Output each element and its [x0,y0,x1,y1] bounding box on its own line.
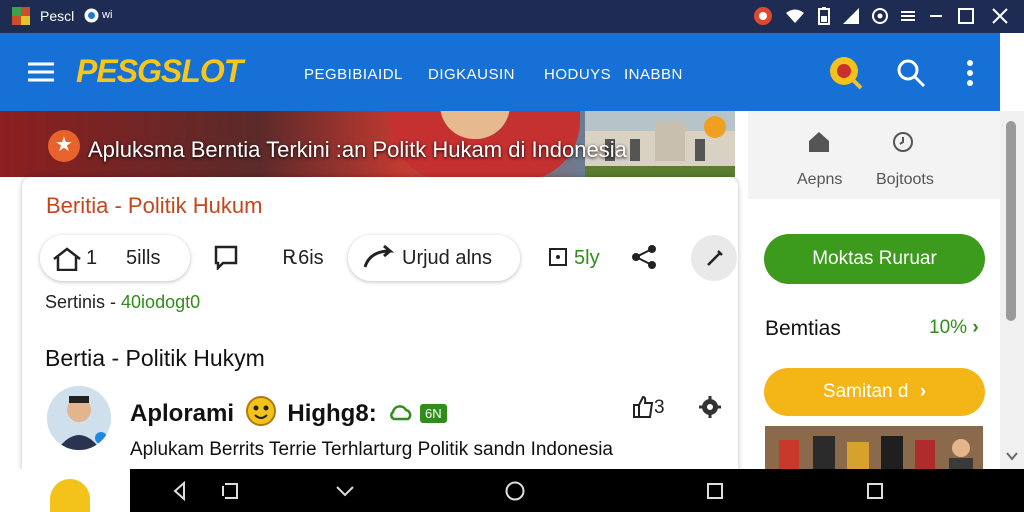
tab-home[interactable]: Aepns [797,171,842,189]
comment-label[interactable]: Ꭱ6is [283,247,324,270]
bookmark-icon[interactable] [548,247,568,267]
record-icon[interactable] [753,6,773,26]
battery-icon [814,6,834,26]
yellow-action-button[interactable]: Samitan d › [764,368,985,416]
like-count: 1 [86,247,98,269]
section-title: Bertia - Politik Hukym [45,345,265,371]
thumbs-up-icon[interactable] [632,395,654,419]
wifi-icon [785,6,805,26]
app-title: Pescl [40,8,75,24]
comment-icon[interactable] [213,244,239,270]
share-label: Urjud alns [402,247,493,269]
home-icon [52,247,82,271]
sidebar-label: Bemtias [765,317,841,340]
share-pill[interactable]: Urjud alns [348,235,520,281]
home-button-icon[interactable] [505,481,525,501]
green-action-button[interactable]: Moktas Ruruar [764,234,985,284]
window-titlebar: Pescl wi [0,0,1024,33]
hero-headline[interactable]: Apluksma Berntia Terkini :an Politk Huka… [88,137,627,163]
site-logo[interactable]: PESGSLOT [76,53,243,90]
bottom-left-area [0,469,130,512]
menu-icon[interactable] [27,61,55,83]
author-avatar[interactable] [47,386,111,450]
vertical-scrollbar[interactable] [1000,111,1024,469]
app-icon [10,5,32,27]
signal-icon [841,6,861,26]
sidebar-percent-value: 10% [929,317,968,338]
home-tab-icon[interactable] [808,131,830,153]
cloud-icon [389,405,413,421]
scroll-down-icon[interactable] [1006,451,1018,461]
post-author-tag: Highg8: [287,400,377,427]
nav-item-2[interactable]: DIGKAUSIN [428,66,515,83]
news-card: Beritia - Politik Hukum 1 5ills Ꭱ6is Urj… [22,177,738,477]
system-navbar [130,469,1024,512]
maximize-icon[interactable] [956,6,976,26]
floating-badge [50,479,90,512]
card-title[interactable]: Beritia - Politik Hukum [46,193,262,219]
sidebar: Aepns Bojtoots Moktas Ruruar Bemtias 10%… [748,111,1000,481]
post-author[interactable]: Aplorami Highg8: 6N [130,395,447,428]
nav-item-4[interactable]: INABBN [624,66,683,83]
bookmark-label[interactable]: 5ly [574,247,600,270]
window-switch-icon[interactable] [865,481,885,501]
post-author-name: Aplorami [130,400,235,427]
close-icon[interactable] [990,6,1010,26]
sidebar-percent[interactable]: 10% › [929,317,979,339]
meta-line: Sertinis - 40iodogt0 [45,292,200,313]
promo-icon[interactable] [828,55,864,91]
search-icon[interactable] [896,58,926,88]
emoji-badge-icon [245,395,277,427]
app-header: PESGSLOT PEGBIBIAIDL DIGKAUSIN HODUYS IN… [0,33,1000,111]
network-share-icon[interactable] [630,243,658,271]
like-total: 3 [654,397,665,418]
pen-icon [705,248,725,268]
hero-banner[interactable]: Apluksma Berntia Terkini :an Politk Huka… [0,111,735,177]
clock-icon[interactable] [892,131,914,153]
chevron-down-icon[interactable] [335,481,355,501]
network-label: wi [102,9,113,21]
nav-item-1[interactable]: PEGBIBIAIDL [304,66,403,83]
chevron-right-icon: › [972,317,979,338]
star-badge-icon: ★ [48,130,80,162]
edit-button[interactable] [691,235,737,281]
tab-history[interactable]: Bojtoots [876,171,934,189]
overview-icon[interactable] [705,481,725,501]
gear-icon[interactable] [698,395,722,419]
nav-item-3[interactable]: HODUYS [544,66,611,83]
chevron-right-icon: › [919,381,927,402]
post-body[interactable]: Aplukam Berrits Terrie Terhlarturg Polit… [130,439,690,461]
scrollbar-thumb[interactable] [1006,121,1016,321]
like-pill[interactable]: 1 5ills [40,235,190,281]
more-icon[interactable] [962,58,978,88]
meta-value[interactable]: 40iodogt0 [121,292,200,312]
share-icon [362,245,396,271]
recent-apps-icon[interactable] [220,481,240,501]
meta-label: Sertinis - [45,292,117,312]
window-icon[interactable] [898,6,918,26]
back-icon[interactable] [170,481,190,501]
like-label: 5ills [126,247,161,269]
settings-icon[interactable] [870,6,890,26]
post-badge: 6N [420,404,447,423]
minimize-icon[interactable] [926,6,946,26]
network-icon [84,8,99,23]
sidebar-tabs: Aepns Bojtoots [748,111,1000,199]
yellow-button-label: Samitan d [822,381,909,402]
